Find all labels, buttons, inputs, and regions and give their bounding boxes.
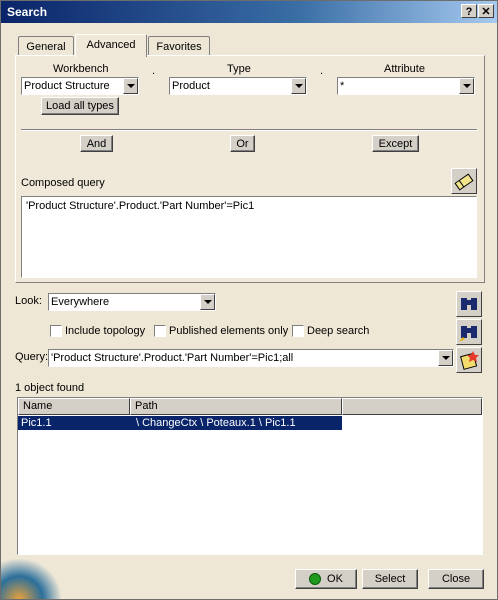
binoculars-icon: [459, 326, 477, 342]
dot-separator-2: .: [320, 65, 324, 77]
results-status: 1 object found: [15, 382, 85, 394]
search-in-selection-button[interactable]: [456, 319, 482, 345]
look-combo[interactable]: Everywhere: [48, 293, 216, 311]
row-path: \ ChangeCtx \ Poteaux.1 \ Pic1.1: [136, 417, 296, 429]
attribute-label: Attribute: [384, 63, 425, 75]
or-button[interactable]: Or: [230, 135, 255, 152]
and-button[interactable]: And: [80, 135, 113, 152]
query-label: Query:: [15, 351, 49, 363]
chevron-down-icon[interactable]: [438, 350, 453, 366]
include-topology-checkbox[interactable]: [50, 325, 62, 337]
look-value: Everywhere: [51, 296, 110, 308]
chevron-down-icon[interactable]: [291, 78, 306, 94]
published-only-label: Published elements only: [169, 325, 289, 337]
window-title: Search: [7, 5, 48, 19]
composed-query-text[interactable]: 'Product Structure'.Product.'Part Number…: [21, 196, 477, 278]
eraser-button[interactable]: [451, 168, 477, 194]
workbench-value: Product Structure: [24, 80, 110, 92]
title-bar: Search ? ✕: [1, 1, 497, 23]
decorative-corner: [1, 559, 61, 599]
close-button[interactable]: Close: [428, 569, 484, 589]
tab-general[interactable]: General: [18, 36, 74, 56]
published-only-checkbox[interactable]: [154, 325, 166, 337]
tab-favorites[interactable]: Favorites: [148, 36, 210, 56]
ok-button[interactable]: OK: [295, 569, 357, 589]
type-combo[interactable]: Product: [169, 77, 307, 95]
include-topology-label: Include topology: [65, 325, 146, 337]
help-button[interactable]: ?: [461, 4, 477, 18]
workbench-combo[interactable]: Product Structure: [21, 77, 139, 95]
column-header-empty: [342, 398, 482, 415]
chevron-down-icon[interactable]: [459, 78, 474, 94]
table-row[interactable]: Pic1.1 \ ChangeCtx \ Poteaux.1 \ Pic1.1: [18, 416, 342, 430]
divider: [21, 129, 477, 131]
row-name: Pic1.1: [21, 417, 52, 429]
column-header-path[interactable]: Path: [130, 398, 342, 415]
search-button[interactable]: [456, 291, 482, 317]
binoculars-icon: [461, 298, 477, 310]
load-all-types-button[interactable]: Load all types: [41, 97, 119, 115]
tab-advanced[interactable]: Advanced: [75, 34, 147, 57]
attribute-value: *: [340, 80, 345, 92]
type-value: Product: [172, 80, 210, 92]
close-window-button[interactable]: ✕: [478, 4, 494, 18]
type-label: Type: [227, 63, 251, 75]
chevron-down-icon[interactable]: [200, 294, 215, 310]
look-label: Look:: [15, 295, 42, 307]
query-combo[interactable]: 'Product Structure'.Product.'Part Number…: [48, 349, 454, 367]
ok-label: OK: [327, 573, 343, 585]
eraser-icon: [454, 173, 474, 191]
except-button[interactable]: Except: [372, 135, 419, 152]
status-dot-icon: [309, 573, 322, 586]
select-button[interactable]: Select: [362, 569, 418, 589]
favorite-add-icon: [460, 351, 479, 370]
composed-query-label: Composed query: [21, 177, 105, 189]
workbench-label: Workbench: [53, 63, 109, 75]
chevron-down-icon[interactable]: [123, 78, 138, 94]
dot-separator-1: .: [152, 65, 156, 77]
query-value: 'Product Structure'.Product.'Part Number…: [51, 352, 294, 364]
add-favorite-button[interactable]: [456, 347, 482, 373]
deep-search-label: Deep search: [307, 325, 370, 337]
column-header-name[interactable]: Name: [18, 398, 130, 415]
search-dialog: Search ? ✕ General Advanced Favorites Wo…: [0, 0, 498, 600]
results-list: Name Path Pic1.1 \ ChangeCtx \ Poteaux.1…: [17, 397, 483, 555]
deep-search-checkbox[interactable]: [292, 325, 304, 337]
attribute-combo[interactable]: *: [337, 77, 475, 95]
